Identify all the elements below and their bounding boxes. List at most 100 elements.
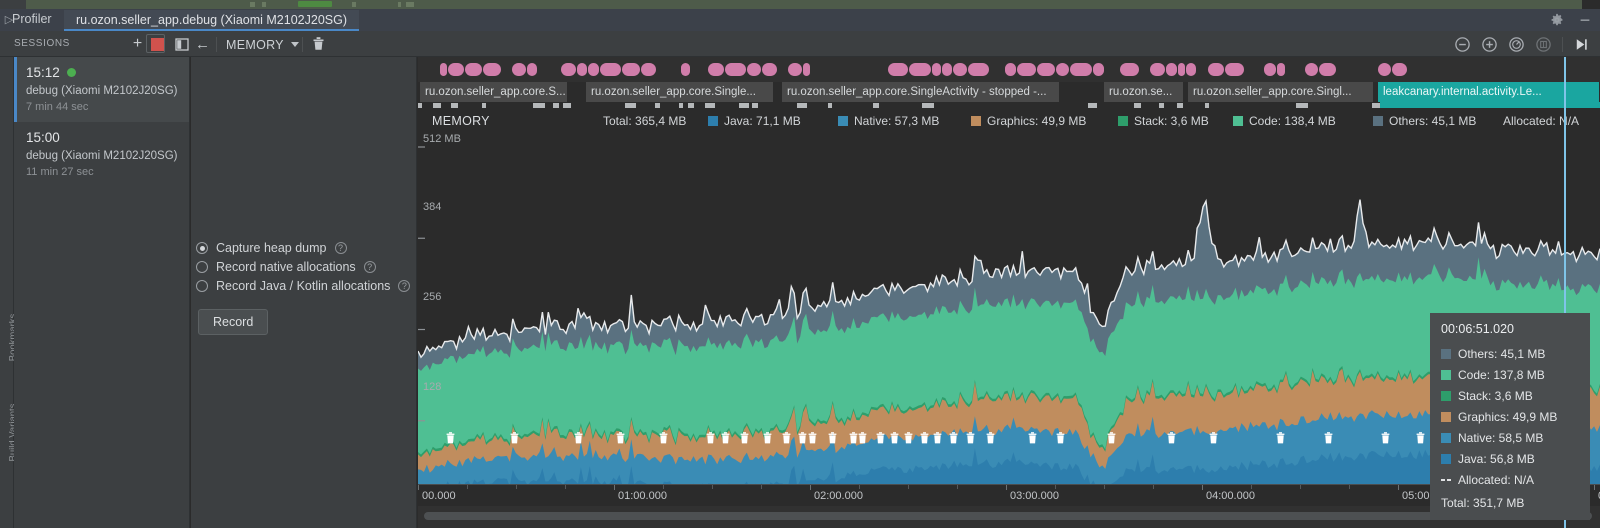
- event-marker[interactable]: [1166, 63, 1177, 76]
- activity-bar[interactable]: ru.ozon.seller_app.core.Singl...: [1188, 82, 1374, 102]
- event-marker[interactable]: [1392, 63, 1407, 76]
- radio-record-native-allocations[interactable]: [196, 261, 208, 273]
- event-marker[interactable]: [640, 63, 657, 76]
- option-record-native-allocations[interactable]: Record native allocations ?: [196, 260, 376, 274]
- option-capture-heap-dump[interactable]: Capture heap dump ?: [196, 241, 347, 255]
- event-marker[interactable]: [560, 63, 576, 76]
- gc-event-marker[interactable]: [1028, 432, 1037, 444]
- activity-bar[interactable]: leakcanary.internal.activity.Le...: [1378, 82, 1600, 102]
- gc-event-marker[interactable]: [966, 432, 975, 444]
- gc-event-marker[interactable]: [740, 432, 749, 444]
- minimize-icon[interactable]: [1578, 13, 1592, 27]
- gc-event-marker[interactable]: [1324, 432, 1333, 444]
- gc-event-marker[interactable]: [808, 432, 817, 444]
- gc-event-marker[interactable]: [876, 432, 885, 444]
- gc-event-marker[interactable]: [1107, 432, 1116, 444]
- gc-event-marker[interactable]: [858, 432, 867, 444]
- gc-event-marker[interactable]: [721, 432, 730, 444]
- gc-event-marker[interactable]: [890, 432, 899, 444]
- timeline-axis[interactable]: 00.000 01:00.000 02:00.000 03:00.000 04:00.0…: [418, 484, 1600, 506]
- gc-event-marker[interactable]: [1276, 432, 1285, 444]
- gc-event-marker[interactable]: [798, 432, 807, 444]
- event-marker[interactable]: [1017, 63, 1037, 76]
- event-marker[interactable]: [932, 63, 942, 76]
- gc-event-marker[interactable]: [1381, 432, 1390, 444]
- stop-recording-icon[interactable]: [148, 35, 167, 53]
- gc-event-marker[interactable]: [574, 432, 583, 444]
- event-marker[interactable]: [1150, 63, 1166, 76]
- event-marker[interactable]: [464, 63, 482, 76]
- jump-to-live-icon[interactable]: [1573, 36, 1590, 53]
- event-marker[interactable]: [1319, 63, 1336, 76]
- event-marker[interactable]: [1276, 63, 1285, 76]
- event-marker[interactable]: [708, 63, 724, 76]
- event-marker[interactable]: [599, 63, 621, 76]
- session-item[interactable]: 15:12 debug (Xiaomi M2102J20SG) 7 min 44…: [14, 57, 189, 122]
- event-marker[interactable]: [448, 63, 464, 76]
- profiler-type-dropdown[interactable]: MEMORY: [226, 36, 299, 53]
- gc-event-marker[interactable]: [933, 432, 942, 444]
- gc-event-marker[interactable]: [446, 432, 455, 444]
- event-marker[interactable]: [788, 63, 802, 76]
- gc-event-marker[interactable]: [904, 432, 913, 444]
- gc-event-marker[interactable]: [782, 432, 791, 444]
- zoom-to-selection-icon[interactable]: [1535, 36, 1552, 53]
- gc-event-marker[interactable]: [986, 432, 995, 444]
- radio-record-java-kotlin-allocations[interactable]: [196, 280, 208, 292]
- event-marker[interactable]: [1177, 63, 1186, 76]
- event-marker[interactable]: [968, 63, 990, 76]
- gc-event-marker[interactable]: [849, 432, 858, 444]
- event-marker[interactable]: [1378, 63, 1392, 76]
- event-marker[interactable]: [942, 63, 952, 76]
- timeline-scrollbar[interactable]: [418, 506, 1600, 528]
- gc-event-marker[interactable]: [1416, 432, 1425, 444]
- gc-event-marker[interactable]: [949, 432, 958, 444]
- memory-area-chart[interactable]: 512 MB 384 256 128: [418, 133, 1600, 520]
- event-marker[interactable]: [1069, 63, 1092, 76]
- event-marker[interactable]: [576, 63, 587, 76]
- event-marker[interactable]: [888, 63, 909, 76]
- session-item[interactable]: 15:00 debug (Xiaomi M2102J20SG) 11 min 2…: [14, 122, 189, 187]
- gc-event-marker[interactable]: [616, 432, 625, 444]
- gc-event-marker[interactable]: [1167, 432, 1176, 444]
- event-marker[interactable]: [762, 63, 778, 76]
- event-marker[interactable]: [909, 63, 932, 76]
- event-marker[interactable]: [724, 63, 746, 76]
- help-icon[interactable]: ?: [334, 242, 347, 254]
- event-marker[interactable]: [1055, 63, 1069, 76]
- gear-icon[interactable]: [1550, 13, 1564, 27]
- trash-icon[interactable]: [312, 36, 325, 54]
- event-marker[interactable]: [952, 63, 968, 76]
- option-record-java-kotlin-allocations[interactable]: Record Java / Kotlin allocations ?: [196, 279, 411, 293]
- activity-bar[interactable]: ru.ozon.seller_app.core.Single...: [586, 82, 774, 102]
- event-marker[interactable]: [1305, 63, 1319, 76]
- help-icon[interactable]: ?: [398, 280, 411, 292]
- event-marker[interactable]: [1037, 63, 1055, 76]
- gc-event-marker[interactable]: [920, 432, 929, 444]
- event-marker[interactable]: [1208, 63, 1224, 76]
- toggle-panel-button[interactable]: [172, 35, 191, 53]
- gc-event-marker[interactable]: [510, 432, 519, 444]
- back-arrow-icon[interactable]: ←: [193, 35, 212, 53]
- activity-bar[interactable]: ru.ozon.seller_app.core.SingleActivity -…: [782, 82, 1060, 102]
- event-marker[interactable]: [1120, 63, 1139, 76]
- event-marker[interactable]: [1005, 63, 1017, 76]
- gc-event-marker[interactable]: [828, 432, 837, 444]
- scrollbar-thumb[interactable]: [424, 512, 1592, 520]
- event-marker[interactable]: [1092, 63, 1104, 76]
- event-marker[interactable]: [587, 63, 599, 76]
- help-icon[interactable]: ?: [363, 261, 376, 273]
- activity-bar[interactable]: ru.ozon.se...: [1104, 82, 1184, 102]
- event-marker[interactable]: [440, 63, 448, 76]
- gc-event-marker[interactable]: [659, 432, 668, 444]
- event-marker[interactable]: [746, 63, 762, 76]
- gc-event-marker[interactable]: [1056, 432, 1065, 444]
- event-marker[interactable]: [621, 63, 640, 76]
- gc-event-marker[interactable]: [763, 432, 772, 444]
- event-marker[interactable]: [526, 63, 537, 76]
- event-marker[interactable]: [1186, 63, 1197, 76]
- event-marker[interactable]: [482, 63, 502, 76]
- zoom-in-icon[interactable]: [1481, 36, 1498, 53]
- zoom-out-icon[interactable]: [1454, 36, 1471, 53]
- event-marker[interactable]: [512, 63, 526, 76]
